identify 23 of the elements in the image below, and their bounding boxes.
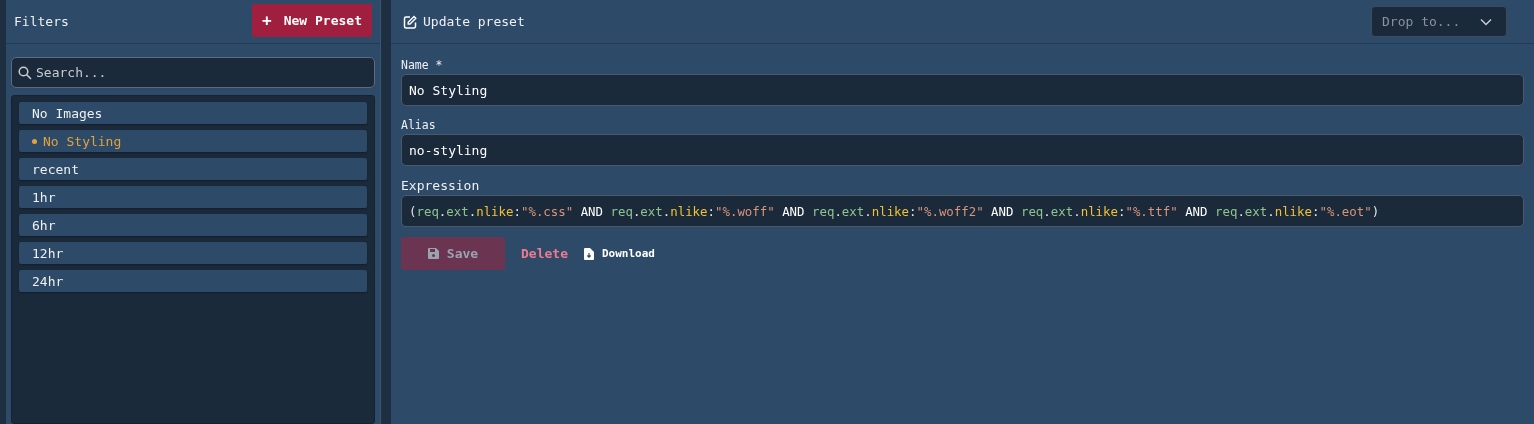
edit-icon	[403, 14, 417, 29]
text-field[interactable]: no-styling	[401, 134, 1524, 166]
search-field[interactable]: Search...	[11, 57, 375, 88]
preset-item[interactable]: 24hr	[19, 270, 367, 292]
preset-item[interactable]: recent	[19, 158, 367, 180]
panel-title: Filters	[14, 14, 69, 29]
new-preset-button[interactable]: + New Preset	[252, 4, 372, 37]
download-button[interactable]: Download	[583, 247, 655, 260]
field-label: Expression	[401, 178, 481, 193]
field-label: Name *	[401, 58, 444, 72]
file-download-icon	[583, 247, 594, 260]
expression-field[interactable]: (req.ext.nlike:"%.css" AND req.ext.nlike:"%.woff" AND req.ext.nlike:"%.woff2" AND req.ext.nlike:"%.ttf" AND req.ext.nlike:"%.eot")	[401, 195, 1524, 227]
preset-item[interactable]: 12hr	[19, 242, 367, 264]
editor-title: Update preset	[423, 14, 525, 29]
text-field[interactable]: No Styling	[401, 74, 1524, 106]
preset-item[interactable]: No Styling	[19, 130, 367, 152]
preset-item[interactable]: 1hr	[19, 186, 367, 208]
floppy-icon	[427, 248, 439, 259]
drop-select[interactable]: Drop to...	[1371, 6, 1507, 37]
preset-item[interactable]: 6hr	[19, 214, 367, 236]
preset-item[interactable]: No Images	[19, 102, 367, 124]
chevron-icon	[1480, 17, 1492, 26]
field-label: Alias	[401, 118, 437, 132]
